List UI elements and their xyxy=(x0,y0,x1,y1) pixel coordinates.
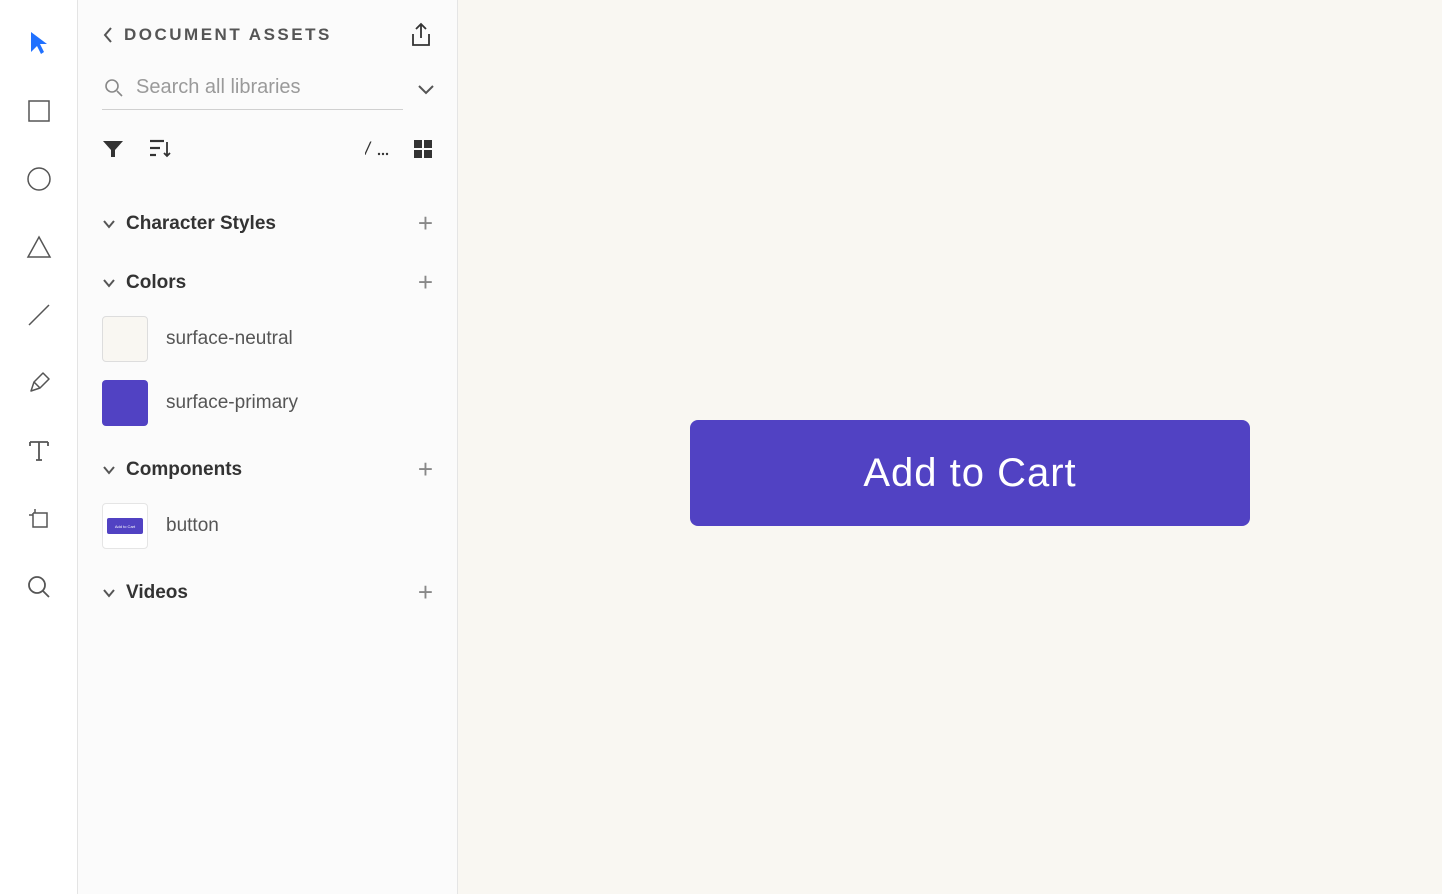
section-character-styles: Character Styles + xyxy=(102,208,433,239)
chevron-down-icon xyxy=(102,219,116,229)
ellipse-tool[interactable] xyxy=(24,164,54,194)
panel-title: DOCUMENT ASSETS xyxy=(124,25,332,45)
search-input[interactable] xyxy=(136,76,401,99)
add-video-button[interactable]: + xyxy=(418,577,433,608)
add-color-button[interactable]: + xyxy=(418,267,433,298)
component-name: button xyxy=(166,515,219,537)
section-title: Videos xyxy=(126,582,188,604)
section-title: Colors xyxy=(126,272,186,294)
color-swatch xyxy=(102,380,148,426)
panel-header: DOCUMENT ASSETS xyxy=(102,22,433,48)
text-tool[interactable] xyxy=(24,436,54,466)
panel-back-button[interactable]: DOCUMENT ASSETS xyxy=(102,25,332,45)
select-tool[interactable] xyxy=(24,28,54,58)
filter-icon xyxy=(102,139,124,159)
zoom-tool[interactable] xyxy=(24,572,54,602)
grid-view-icon xyxy=(413,139,433,159)
section-components: Components + Add to Cart button xyxy=(102,454,433,549)
component-thumbnail-inner: Add to Cart xyxy=(107,518,143,534)
assets-panel: DOCUMENT ASSETS / xyxy=(78,0,458,894)
section-title: Components xyxy=(126,459,242,481)
search-scope-dropdown[interactable] xyxy=(417,84,435,96)
section-colors: Colors + surface-neutral surface-primary xyxy=(102,267,433,426)
tool-rail xyxy=(0,0,78,894)
component-asset-button[interactable]: Add to Cart button xyxy=(102,503,433,549)
color-asset-surface-primary[interactable]: surface-primary xyxy=(102,380,433,426)
chevron-left-icon xyxy=(102,26,114,44)
component-thumbnail: Add to Cart xyxy=(102,503,148,549)
list-view-icon: / xyxy=(365,140,389,158)
svg-text:/: / xyxy=(365,140,372,158)
color-name: surface-primary xyxy=(166,392,298,414)
chevron-down-icon xyxy=(102,278,116,288)
section-header-colors[interactable]: Colors + xyxy=(102,267,433,298)
assets-toolbar: / xyxy=(102,138,433,160)
filter-button[interactable] xyxy=(102,139,124,159)
artboard-tool[interactable] xyxy=(24,504,54,534)
color-asset-surface-neutral[interactable]: surface-neutral xyxy=(102,316,433,362)
pen-tool[interactable] xyxy=(24,368,54,398)
color-swatch xyxy=(102,316,148,362)
search-icon xyxy=(104,78,124,98)
chevron-down-icon xyxy=(102,588,116,598)
list-view-button[interactable]: / xyxy=(365,140,389,158)
chevron-down-icon xyxy=(417,84,435,96)
polygon-tool[interactable] xyxy=(24,232,54,262)
section-title: Character Styles xyxy=(126,213,276,235)
line-tool[interactable] xyxy=(24,300,54,330)
add-component-button[interactable]: + xyxy=(418,454,433,485)
canvas-button-label: Add to Cart xyxy=(863,451,1076,496)
share-icon xyxy=(409,22,433,48)
section-videos: Videos + xyxy=(102,577,433,608)
search-field-wrap[interactable] xyxy=(102,70,403,110)
grid-view-button[interactable] xyxy=(413,139,433,159)
section-header-character-styles[interactable]: Character Styles + xyxy=(102,208,433,239)
add-character-style-button[interactable]: + xyxy=(418,208,433,239)
canvas[interactable]: Add to Cart xyxy=(458,0,1442,894)
chevron-down-icon xyxy=(102,465,116,475)
sort-button[interactable] xyxy=(148,138,172,160)
color-name: surface-neutral xyxy=(166,328,293,350)
canvas-button-component[interactable]: Add to Cart xyxy=(690,420,1250,526)
search-row xyxy=(102,70,433,110)
rectangle-tool[interactable] xyxy=(24,96,54,126)
section-header-videos[interactable]: Videos + xyxy=(102,577,433,608)
sort-icon xyxy=(148,138,172,160)
share-button[interactable] xyxy=(409,22,433,48)
section-header-components[interactable]: Components + xyxy=(102,454,433,485)
